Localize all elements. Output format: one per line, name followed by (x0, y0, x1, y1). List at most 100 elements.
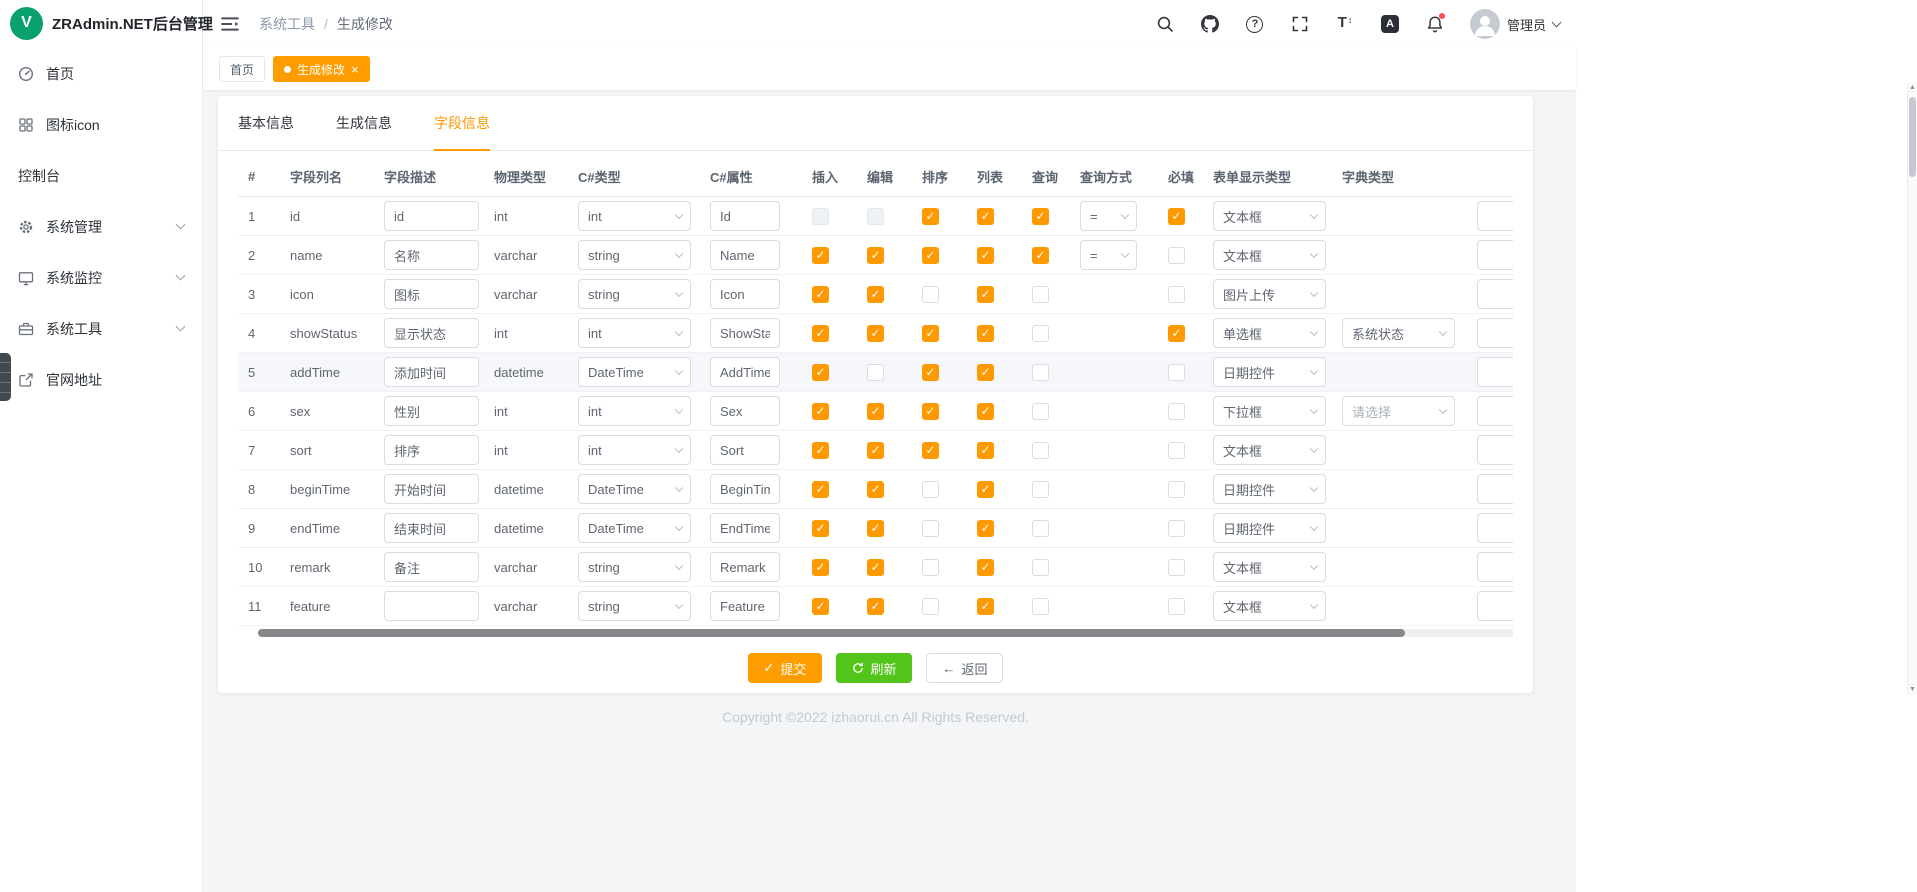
edit-checkbox[interactable] (867, 598, 884, 615)
description-input[interactable] (384, 318, 479, 348)
insert-checkbox[interactable] (812, 325, 829, 342)
display-type-select[interactable]: 日期控件 (1213, 474, 1326, 504)
insert-checkbox[interactable] (812, 286, 829, 303)
insert-checkbox[interactable] (812, 481, 829, 498)
cs-property-input[interactable] (710, 591, 780, 621)
list-checkbox[interactable] (977, 520, 994, 537)
insert-checkbox[interactable] (812, 442, 829, 459)
cs-property-input[interactable] (710, 357, 780, 387)
required-checkbox[interactable] (1168, 325, 1185, 342)
tab-field-info[interactable]: 字段信息 (434, 96, 490, 151)
dict-type-select[interactable]: 请选择 (1342, 396, 1455, 426)
back-button[interactable]: ← 返回 (926, 653, 1003, 683)
user-dropdown[interactable]: 管理员 (1470, 9, 1560, 39)
cs-type-select[interactable]: string (578, 591, 691, 621)
list-checkbox[interactable] (977, 286, 994, 303)
sort-checkbox[interactable] (922, 520, 939, 537)
required-checkbox[interactable] (1168, 247, 1185, 264)
required-checkbox[interactable] (1168, 598, 1185, 615)
extra-input[interactable] (1477, 279, 1513, 309)
drawer-handle[interactable] (0, 353, 11, 401)
query-checkbox[interactable] (1032, 286, 1049, 303)
edit-checkbox[interactable] (867, 442, 884, 459)
required-checkbox[interactable] (1168, 364, 1185, 381)
edit-checkbox[interactable] (867, 403, 884, 420)
description-input[interactable] (384, 435, 479, 465)
cs-property-input[interactable] (710, 318, 780, 348)
display-type-select[interactable]: 文本框 (1213, 591, 1326, 621)
cs-type-select[interactable]: string (578, 279, 691, 309)
edit-checkbox[interactable] (867, 364, 884, 381)
list-checkbox[interactable] (977, 325, 994, 342)
description-input[interactable] (384, 357, 479, 387)
edit-checkbox[interactable] (867, 325, 884, 342)
display-type-select[interactable]: 文本框 (1213, 201, 1326, 231)
insert-checkbox[interactable] (812, 559, 829, 576)
sort-checkbox[interactable] (922, 559, 939, 576)
required-checkbox[interactable] (1168, 520, 1185, 537)
tab-basic-info[interactable]: 基本信息 (238, 96, 294, 151)
list-checkbox[interactable] (977, 403, 994, 420)
tag-generate-edit[interactable]: 生成修改 × (273, 56, 370, 82)
scroll-down-arrow[interactable]: ▼ (1909, 685, 1916, 695)
query-mode-select[interactable]: = (1080, 201, 1137, 231)
bell-icon[interactable] (1425, 14, 1445, 34)
list-checkbox[interactable] (977, 481, 994, 498)
extra-input[interactable] (1477, 201, 1513, 231)
query-mode-select[interactable]: = (1080, 240, 1137, 270)
cs-property-input[interactable] (710, 201, 780, 231)
search-icon[interactable] (1155, 14, 1175, 34)
sort-checkbox[interactable] (922, 442, 939, 459)
required-checkbox[interactable] (1168, 559, 1185, 576)
description-input[interactable] (384, 513, 479, 543)
cs-type-select[interactable]: DateTime (578, 513, 691, 543)
query-checkbox[interactable] (1032, 598, 1049, 615)
menu-fold-icon[interactable] (219, 13, 241, 35)
required-checkbox[interactable] (1168, 403, 1185, 420)
fullscreen-icon[interactable] (1290, 14, 1310, 34)
cs-type-select[interactable]: int (578, 201, 691, 231)
cs-property-input[interactable] (710, 240, 780, 270)
tab-generate-info[interactable]: 生成信息 (336, 96, 392, 151)
font-size-icon[interactable]: T↕ (1335, 14, 1355, 34)
display-type-select[interactable]: 日期控件 (1213, 357, 1326, 387)
list-checkbox[interactable] (977, 208, 994, 225)
display-type-select[interactable]: 日期控件 (1213, 513, 1326, 543)
extra-input[interactable] (1477, 591, 1513, 621)
cs-type-select[interactable]: DateTime (578, 474, 691, 504)
sort-checkbox[interactable] (922, 325, 939, 342)
sidebar-item-system-monitor[interactable]: 系统监控 (0, 252, 202, 303)
query-checkbox[interactable] (1032, 442, 1049, 459)
cs-property-input[interactable] (710, 513, 780, 543)
edit-checkbox[interactable] (867, 247, 884, 264)
query-checkbox[interactable] (1032, 559, 1049, 576)
sidebar-item-system-manage[interactable]: 系统管理 (0, 201, 202, 252)
required-checkbox[interactable] (1168, 442, 1185, 459)
sort-checkbox[interactable] (922, 364, 939, 381)
sort-checkbox[interactable] (922, 286, 939, 303)
cs-property-input[interactable] (710, 279, 780, 309)
query-checkbox[interactable] (1032, 403, 1049, 420)
edit-checkbox[interactable] (867, 520, 884, 537)
cs-property-input[interactable] (710, 396, 780, 426)
query-checkbox[interactable] (1032, 364, 1049, 381)
sidebar-item-console[interactable]: 控制台 (0, 150, 202, 201)
list-checkbox[interactable] (977, 598, 994, 615)
submit-button[interactable]: ✓ 提交 (748, 653, 823, 683)
query-checkbox[interactable] (1032, 325, 1049, 342)
display-type-select[interactable]: 图片上传 (1213, 279, 1326, 309)
vertical-scrollbar-thumb[interactable] (1909, 97, 1916, 177)
query-checkbox[interactable] (1032, 520, 1049, 537)
display-type-select[interactable]: 文本框 (1213, 240, 1326, 270)
description-input[interactable] (384, 474, 479, 504)
edit-checkbox[interactable] (867, 208, 884, 225)
description-input[interactable] (384, 279, 479, 309)
description-input[interactable] (384, 240, 479, 270)
extra-input[interactable] (1477, 474, 1513, 504)
insert-checkbox[interactable] (812, 247, 829, 264)
sidebar-item-icons[interactable]: 图标icon (0, 99, 202, 150)
required-checkbox[interactable] (1168, 208, 1185, 225)
extra-input[interactable] (1477, 396, 1513, 426)
query-checkbox[interactable] (1032, 481, 1049, 498)
close-icon[interactable]: × (351, 63, 359, 76)
